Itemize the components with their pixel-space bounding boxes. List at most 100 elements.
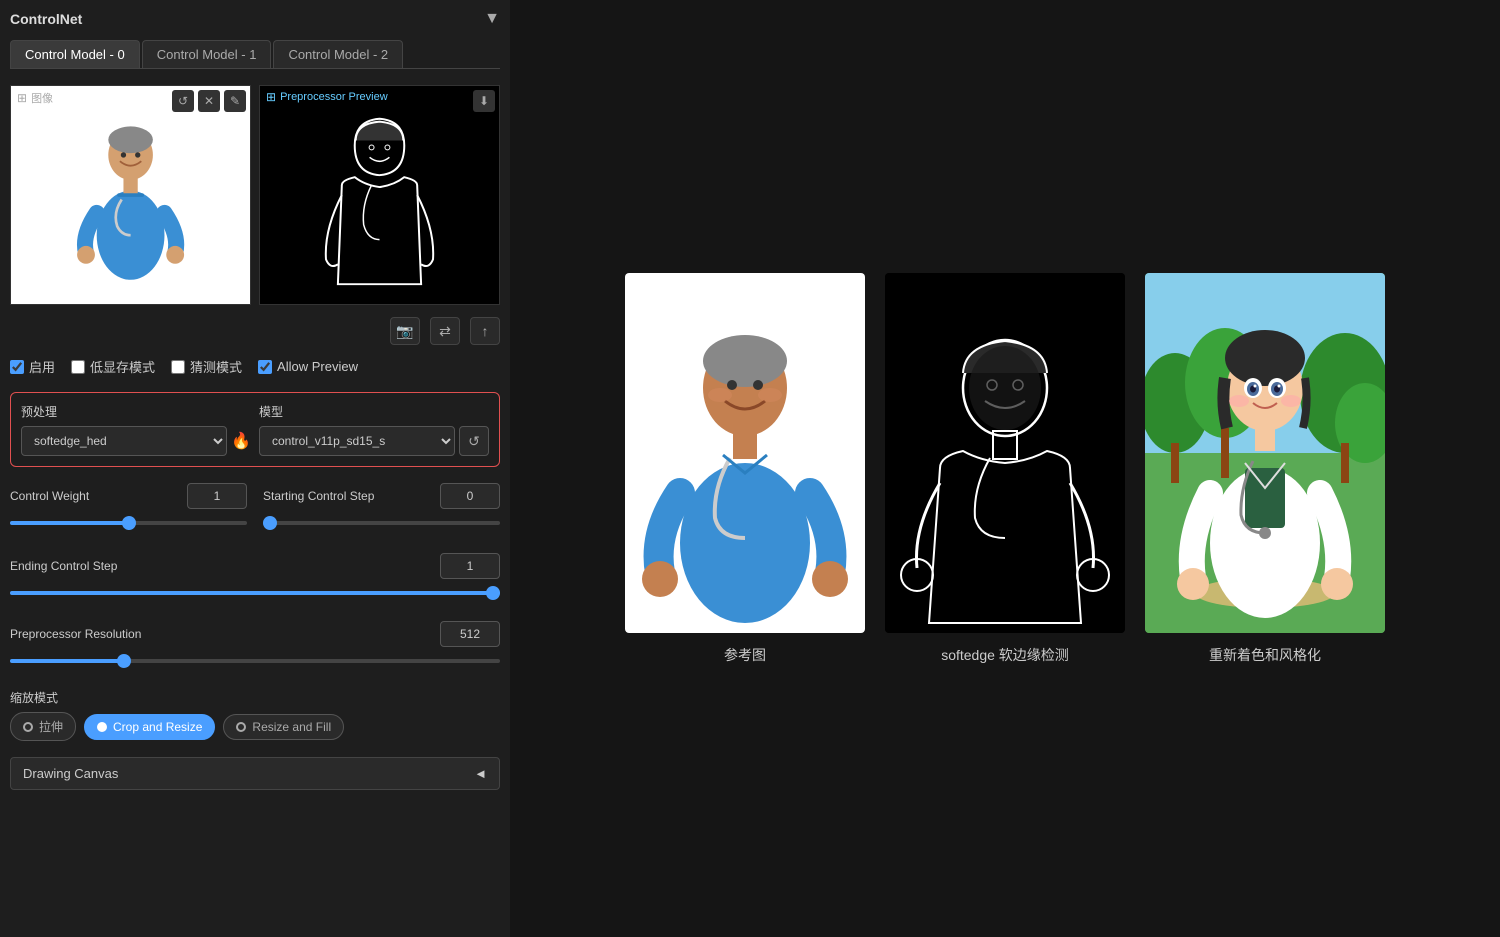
image-grid-icon: ⊞ <box>17 91 27 105</box>
enable-checkbox[interactable] <box>10 360 24 374</box>
zoom-crop-resize-button[interactable]: Crop and Resize <box>84 714 215 740</box>
zoom-mode-label: 缩放模式 <box>10 689 500 706</box>
preprocessor-preview-label: ⊞ Preprocessor Preview <box>266 90 388 104</box>
tab-control-model-1[interactable]: Control Model - 1 <box>142 40 272 68</box>
output-softedge-wrap: softedge 软边缘检测 <box>885 273 1125 665</box>
tab-control-model-0[interactable]: Control Model - 0 <box>10 40 140 68</box>
output-softedge-image <box>885 273 1125 633</box>
resize-fill-label: Resize and Fill <box>252 720 331 734</box>
panel-collapse-arrow[interactable]: ▼ <box>484 10 500 28</box>
preprocessor-resolution-label: Preprocessor Resolution <box>10 627 141 641</box>
upload-button[interactable]: ↑ <box>470 317 500 345</box>
camera-button[interactable]: 📷 <box>390 317 420 345</box>
tab-control-model-2[interactable]: Control Model - 2 <box>273 40 403 68</box>
model-select-wrap: control_v11p_sd15_s control_v11p_sd15_ca… <box>259 426 489 456</box>
preprocessor-resolution-slider[interactable] <box>10 659 500 663</box>
starting-step-value[interactable]: 0 <box>440 483 500 509</box>
starting-step-slider[interactable] <box>263 521 500 525</box>
zoom-resize-fill-button[interactable]: Resize and Fill <box>223 714 344 740</box>
ending-step-row: Ending Control Step 1 <box>10 553 500 579</box>
allow-preview-label: Allow Preview <box>277 359 358 374</box>
fire-icon: 🔥 <box>231 431 251 451</box>
output-anime-wrap: 重新着色和风格化 <box>1145 273 1385 665</box>
guess-checkbox-item[interactable]: 猜测模式 <box>171 357 242 376</box>
ending-step-slider[interactable] <box>10 591 500 595</box>
dual-slider-row: Control Weight 1 Starting Control Step 0 <box>10 483 500 537</box>
sketch-svg <box>260 86 499 304</box>
guess-checkbox[interactable] <box>171 360 185 374</box>
output-softedge-caption: softedge 软边缘检测 <box>941 645 1069 665</box>
tab-bar: Control Model - 0 Control Model - 1 Cont… <box>10 40 500 69</box>
control-weight-slider[interactable] <box>10 521 247 525</box>
zoom-mode-section: 缩放模式 拉伸 Crop and Resize Resize and Fill <box>10 689 500 741</box>
crop-resize-label: Crop and Resize <box>113 720 202 734</box>
lowvram-label: 低显存模式 <box>90 357 155 376</box>
preproc-selects-row: softedge_hed softedge_hedsafe canny dept… <box>21 426 489 456</box>
control-weight-value[interactable]: 1 <box>187 483 247 509</box>
output-softedge-svg <box>885 273 1125 633</box>
drawing-canvas-arrow: ◄ <box>474 766 487 781</box>
starting-step-slider-container <box>263 513 500 533</box>
panel-title: ControlNet <box>10 11 82 27</box>
control-weight-row: Control Weight 1 <box>10 483 247 509</box>
input-image-box: ⊞ 图像 ↺ ✕ ✎ <box>10 85 251 305</box>
preprocessor-resolution-row: Preprocessor Resolution 512 <box>10 621 500 647</box>
refresh-model-button[interactable]: ↺ <box>459 426 489 456</box>
ending-step-slider-container <box>10 583 500 603</box>
enable-label: 启用 <box>29 357 55 376</box>
preproc-model-labels: 预处理 模型 <box>21 403 489 420</box>
output-ref-svg <box>625 273 865 633</box>
ending-step-section: Ending Control Step 1 <box>10 553 500 607</box>
drawing-canvas-row[interactable]: Drawing Canvas ◄ <box>10 757 500 790</box>
starting-control-step-section: Starting Control Step 0 <box>263 483 500 537</box>
swap-button[interactable]: ⇄ <box>430 317 460 345</box>
input-label-text: 图像 <box>31 90 53 106</box>
preprocessor-resolution-section: Preprocessor Resolution 512 <box>10 621 500 675</box>
preprocessor-section-label: 预处理 <box>21 403 251 420</box>
resize-fill-radio-dot <box>236 722 246 732</box>
preprocessor-resolution-slider-container <box>10 651 500 671</box>
model-select[interactable]: control_v11p_sd15_s control_v11p_sd15_ca… <box>259 426 455 456</box>
control-weight-section: Control Weight 1 <box>10 483 247 537</box>
checkbox-row: 启用 低显存模式 猜测模式 Allow Preview <box>10 357 500 376</box>
preprocessor-image-box: ⊞ Preprocessor Preview ⬇ <box>259 85 500 305</box>
allow-preview-checkbox-item[interactable]: Allow Preview <box>258 359 358 374</box>
guess-label: 猜测模式 <box>190 357 242 376</box>
output-ref-image <box>625 273 865 633</box>
lowvram-checkbox-item[interactable]: 低显存模式 <box>71 357 155 376</box>
starting-step-row: Starting Control Step 0 <box>263 483 500 509</box>
control-weight-label: Control Weight <box>10 489 89 503</box>
stretch-radio-dot <box>23 722 33 732</box>
output-anime-svg <box>1145 273 1385 633</box>
lowvram-checkbox[interactable] <box>71 360 85 374</box>
output-ref-wrap: 参考图 <box>625 273 865 665</box>
preprocessor-select-wrap: softedge_hed softedge_hedsafe canny dept… <box>21 426 251 456</box>
zoom-stretch-button[interactable]: 拉伸 <box>10 712 76 741</box>
zoom-buttons: 拉伸 Crop and Resize Resize and Fill <box>10 712 500 741</box>
preprocessor-select[interactable]: softedge_hed softedge_hedsafe canny dept… <box>21 426 227 456</box>
preprocessor-model-box: 预处理 模型 softedge_hed softedge_hedsafe can… <box>10 392 500 467</box>
output-anime-image <box>1145 273 1385 633</box>
drawing-canvas-label: Drawing Canvas <box>23 766 118 781</box>
output-ref-caption: 参考图 <box>724 645 766 665</box>
download-preprocessor-button[interactable]: ⬇ <box>473 90 495 112</box>
ending-step-label: Ending Control Step <box>10 559 117 573</box>
ending-step-value[interactable]: 1 <box>440 553 500 579</box>
close-input-button[interactable]: ✕ <box>198 90 220 112</box>
model-section-label: 模型 <box>251 403 489 420</box>
crop-resize-radio-dot <box>97 722 107 732</box>
output-anime-caption: 重新着色和风格化 <box>1209 645 1321 665</box>
enable-checkbox-item[interactable]: 启用 <box>10 357 55 376</box>
preprocessor-resolution-value[interactable]: 512 <box>440 621 500 647</box>
panel-header: ControlNet ▼ <box>10 10 500 28</box>
preprocessor-grid-icon: ⊞ <box>266 90 276 104</box>
starting-step-label: Starting Control Step <box>263 489 374 503</box>
allow-preview-checkbox[interactable] <box>258 360 272 374</box>
refresh-input-button[interactable]: ↺ <box>172 90 194 112</box>
output-images: 参考图 <box>625 273 1385 665</box>
nurse-photo <box>11 86 250 304</box>
action-buttons-row: 📷 ⇄ ↑ <box>10 317 500 345</box>
stretch-label: 拉伸 <box>39 718 63 735</box>
edit-input-button[interactable]: ✎ <box>224 90 246 112</box>
preprocessor-image-controls: ⬇ <box>473 90 495 112</box>
